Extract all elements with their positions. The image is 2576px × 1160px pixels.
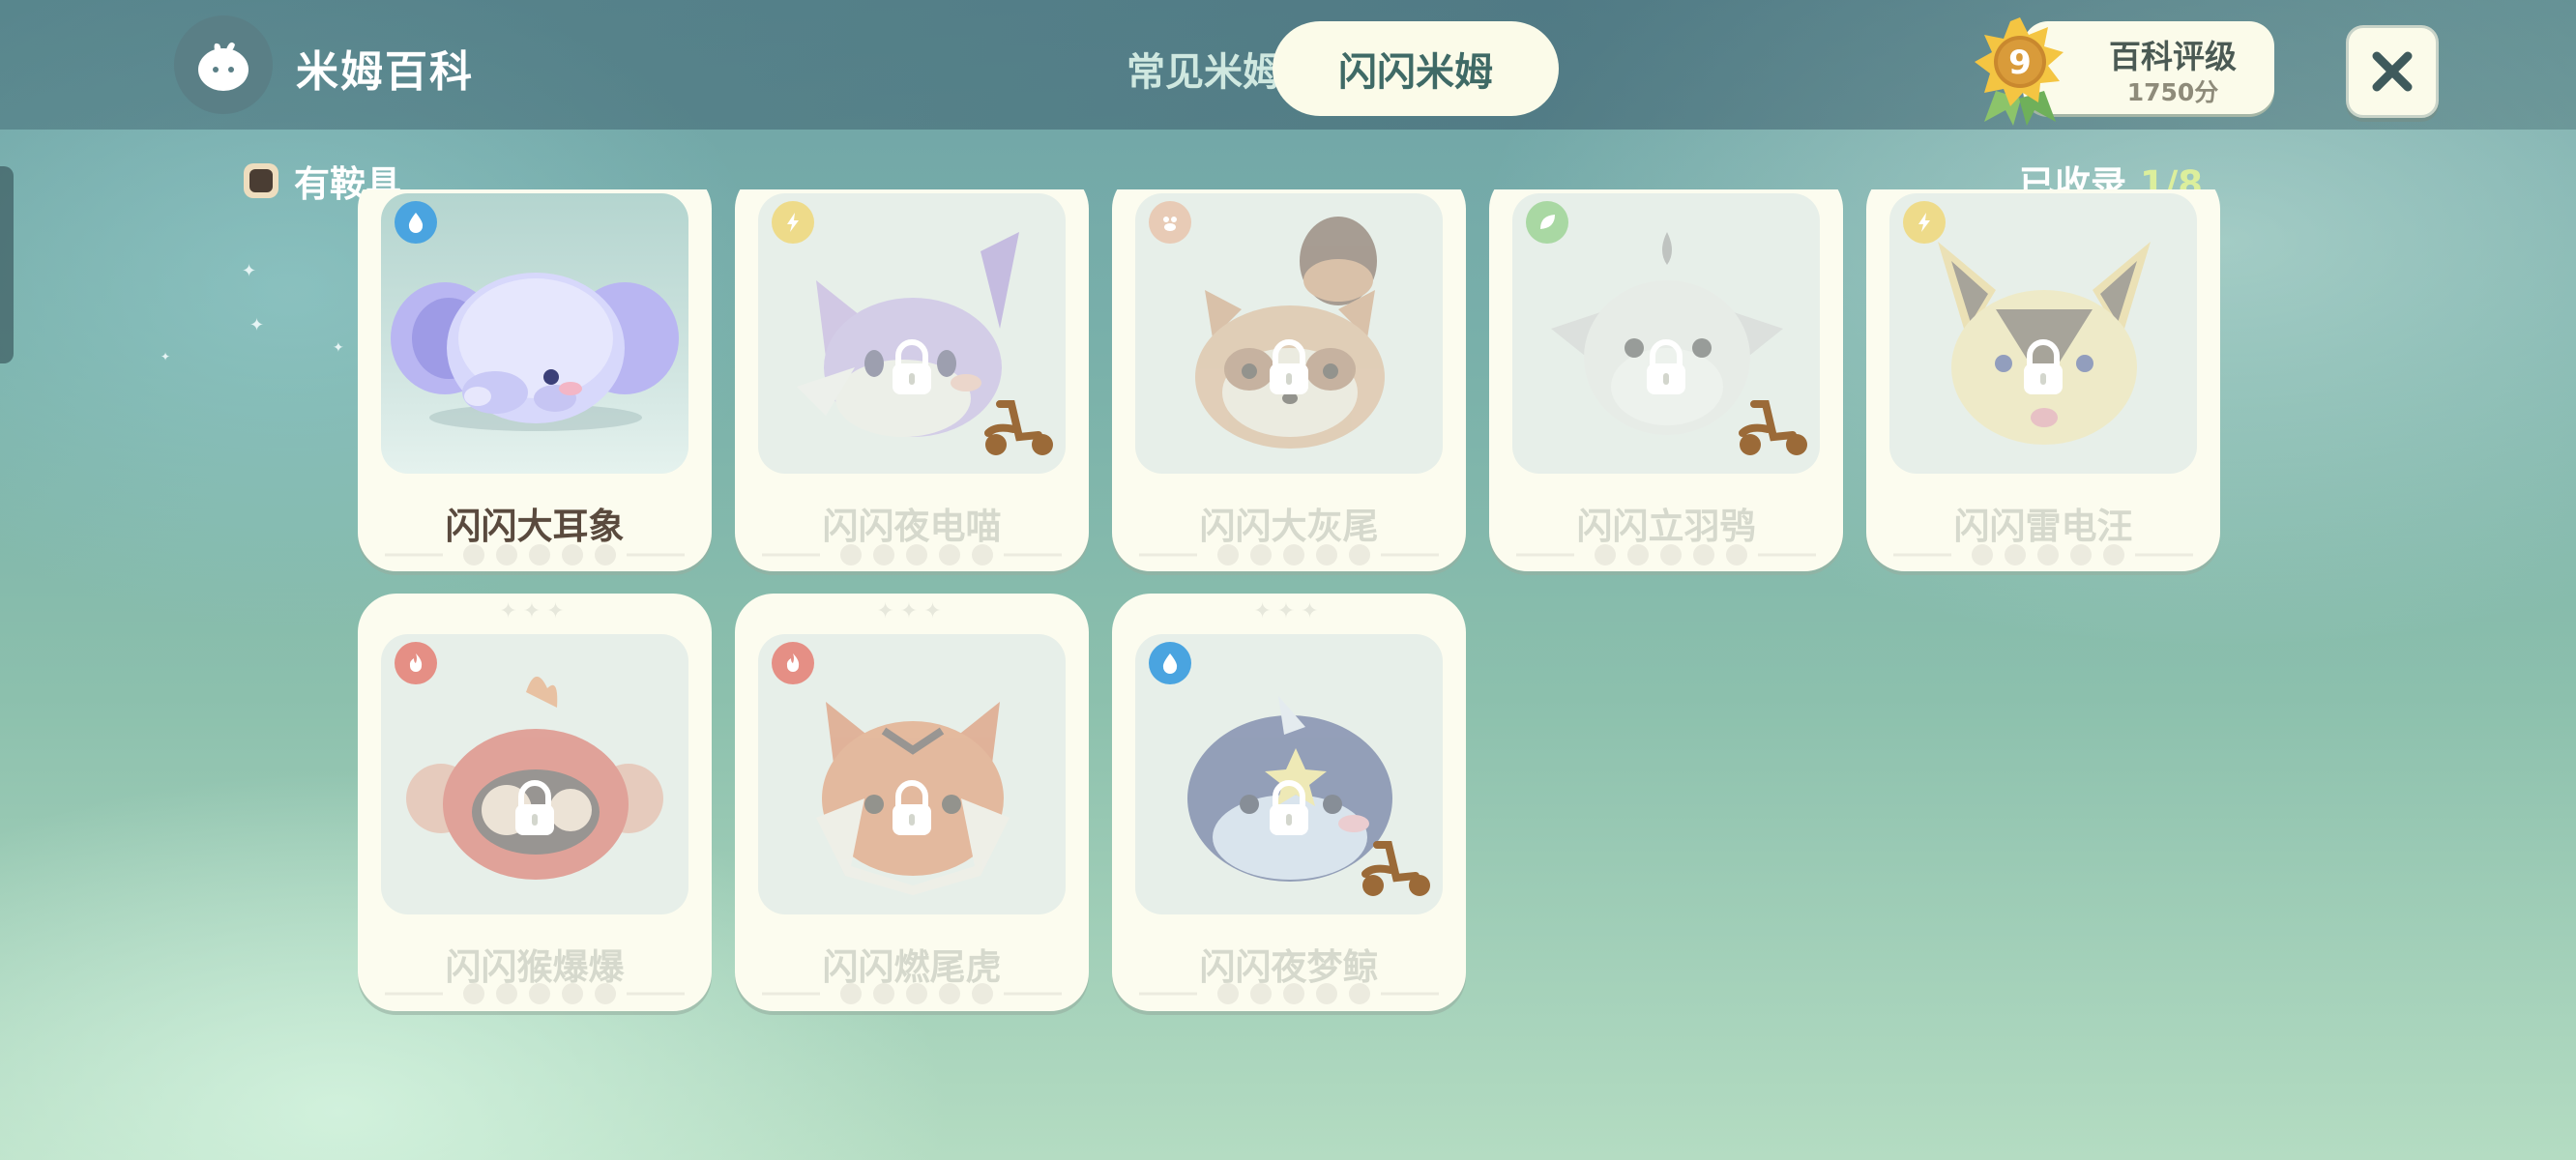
lock-icon (2024, 339, 2063, 394)
rank-level: 9 (2008, 44, 2032, 82)
close-icon (2372, 51, 2413, 92)
card-divider-decoration (1139, 983, 1439, 1004)
card-top-decoration: ✦✦✦ (876, 599, 948, 624)
grass-element-icon (1526, 201, 1568, 244)
card-divider-decoration (1139, 544, 1439, 566)
sparkle-icon: ✦ (242, 261, 257, 281)
electric-element-icon (772, 201, 814, 244)
lock-icon (893, 780, 931, 835)
lock-icon (1270, 339, 1308, 394)
saddle-scooter-icon (984, 400, 1053, 455)
rank-score: 1750分 (2126, 78, 2219, 106)
card-divider-decoration (762, 983, 1062, 1004)
card-name: 闪闪雷电汪 (1953, 506, 2133, 547)
card-name: 闪闪夜电喵 (822, 506, 1002, 547)
mim-card[interactable]: 闪闪立羽鸮 (1489, 189, 1843, 571)
mim-card[interactable]: ✦✦✦ 闪闪夜梦鲸 (1112, 594, 1466, 1011)
mim-card[interactable]: 闪闪夜电喵 (735, 189, 1089, 571)
side-drawer-handle[interactable] (0, 166, 14, 363)
card-name: 闪闪大耳象 (445, 506, 625, 547)
lock-icon (893, 339, 931, 394)
mim-card[interactable]: 闪闪雷电汪 (1866, 189, 2220, 571)
card-name: 闪闪大灰尾 (1199, 506, 1379, 547)
app-title: 米姆百科 (296, 47, 474, 97)
fire-element-icon (772, 642, 814, 684)
fire-element-icon (395, 642, 437, 684)
electric-element-icon (1903, 201, 1946, 244)
card-image (758, 193, 1066, 474)
checkbox-icon (244, 163, 278, 198)
card-image (381, 634, 688, 914)
lock-icon (1647, 339, 1685, 394)
card-divider-decoration (385, 983, 685, 1004)
lock-icon (515, 780, 554, 835)
mim-card[interactable]: ✦✦✦ 闪闪猴爆爆 (358, 594, 712, 1011)
card-top-decoration: ✦✦✦ (499, 599, 571, 624)
water-element-icon (395, 201, 437, 244)
mim-card[interactable]: ✦✦✦ 闪闪燃尾虎 (735, 594, 1089, 1011)
sparkle-icon: ✦ (161, 350, 171, 363)
app-logo-icon (174, 15, 273, 114)
close-button[interactable] (2346, 25, 2439, 118)
normal-element-icon (1149, 201, 1191, 244)
card-image (1135, 634, 1443, 914)
saddle-scooter-icon (1739, 400, 1807, 455)
card-divider-decoration (762, 544, 1062, 566)
rank-medal-icon: 9 (1975, 17, 2064, 126)
sparkle-icon: ✦ (333, 340, 344, 356)
mim-card[interactable]: 闪闪大灰尾 (1112, 189, 1466, 571)
card-image (381, 193, 688, 474)
card-top-decoration: ✦✦✦ (1253, 599, 1325, 624)
sparkle-icon: ✦ (249, 315, 265, 335)
card-divider-decoration (1516, 544, 1816, 566)
card-divider-decoration (1893, 544, 2193, 566)
saddle-scooter-icon (1361, 841, 1430, 896)
rank-label: 百科评级 (2109, 38, 2237, 75)
card-image (1889, 193, 2197, 474)
mim-card[interactable]: 闪闪大耳象 (358, 189, 712, 571)
card-image (1135, 193, 1443, 474)
card-divider-decoration (385, 544, 685, 566)
water-element-icon (1149, 642, 1191, 684)
lock-icon (1270, 780, 1308, 835)
card-image (1512, 193, 1820, 474)
card-name: 闪闪立羽鸮 (1576, 506, 1756, 547)
card-image (758, 634, 1066, 914)
tab-shiny-mim[interactable]: 闪闪米姆 (1273, 21, 1559, 116)
mim-card-grid: 闪闪大耳象 闪闪夜电喵 闪闪大灰尾 闪闪立羽鸮 闪闪雷电汪 ✦✦✦ 闪闪猴爆爆 … (358, 189, 2224, 1023)
